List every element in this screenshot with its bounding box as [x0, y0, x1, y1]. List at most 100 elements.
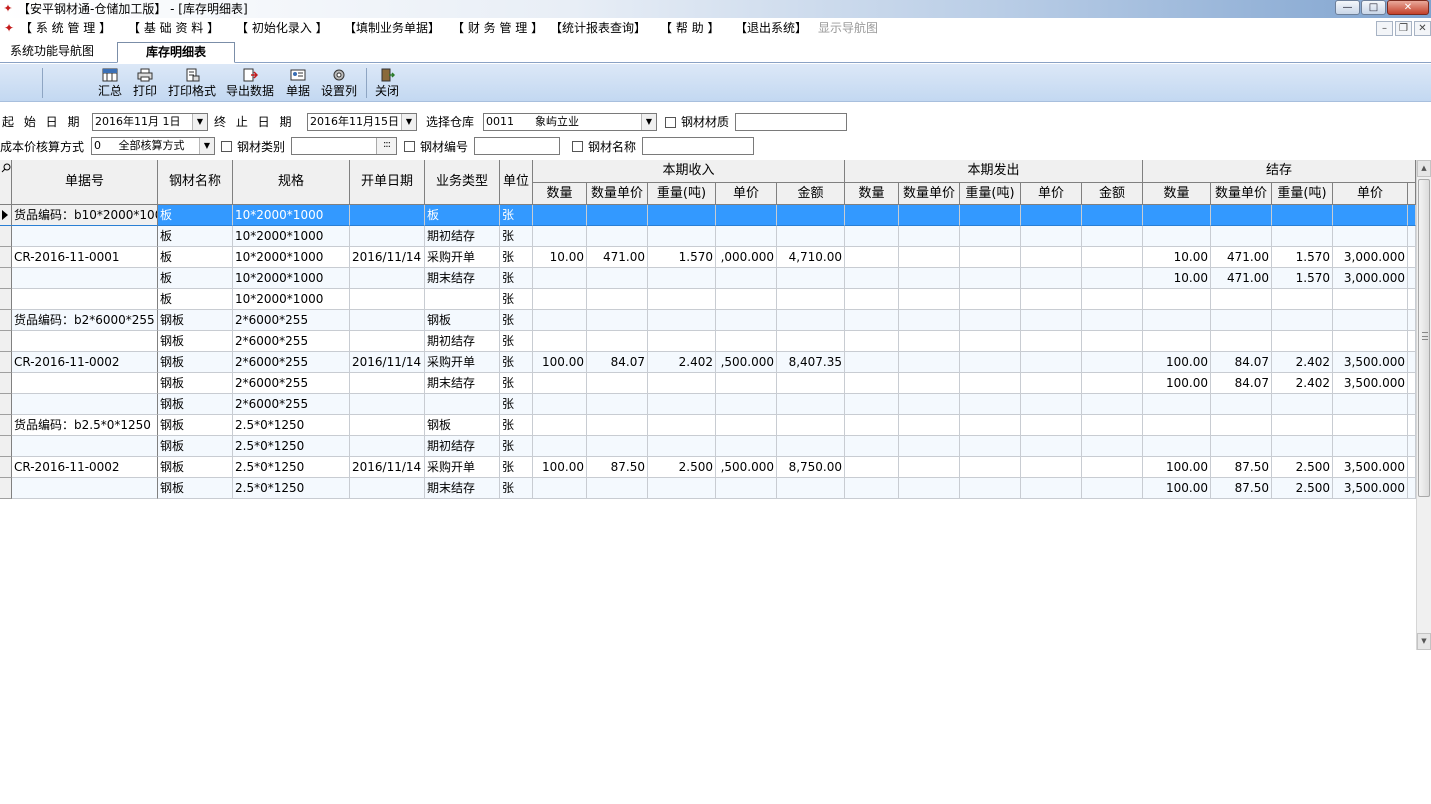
cell-date[interactable] [350, 373, 425, 394]
col-header-out-weight[interactable]: 重量(吨) [960, 183, 1021, 205]
cell-out-2[interactable] [960, 289, 1021, 310]
cell-in-1[interactable] [587, 331, 648, 352]
table-row[interactable]: 钢板 2*6000*255 期末结存张 100.00 84.07 2.402 3,500.0… [0, 373, 1416, 394]
code-input[interactable] [474, 137, 560, 155]
cell-in-4[interactable] [777, 268, 845, 289]
cell-out-2[interactable] [960, 436, 1021, 457]
col-header-unit[interactable]: 单位 [500, 160, 533, 205]
cell-bal-3[interactable] [1333, 331, 1408, 352]
cell-out-4[interactable] [1082, 436, 1143, 457]
cell-spec[interactable]: 10*2000*1000 [233, 226, 350, 247]
cell-in-3[interactable] [716, 268, 777, 289]
cell-unit[interactable]: 张 [500, 394, 533, 415]
cell-in-4[interactable] [777, 289, 845, 310]
cell-bal-3[interactable] [1333, 310, 1408, 331]
col-header-out-qty-price[interactable]: 数量单价 [899, 183, 960, 205]
cell-bal-0[interactable]: 10.00 [1143, 247, 1211, 268]
cell-bal-3[interactable] [1333, 436, 1408, 457]
menu-finance[interactable]: 【 财 务 管 理 】 [452, 21, 543, 36]
cell-bal-2[interactable]: 1.570 [1272, 247, 1333, 268]
cell-bal-2[interactable]: 2.500 [1272, 478, 1333, 499]
cell-name[interactable]: 钢板 [158, 478, 233, 499]
cell-in-2[interactable] [648, 394, 716, 415]
cell-type[interactable]: 期末结存 [425, 373, 500, 394]
cell-bal-0[interactable] [1143, 289, 1211, 310]
col-header-bal-price[interactable]: 单价 [1333, 183, 1408, 205]
cell-in-0[interactable] [533, 226, 587, 247]
cell-out-1[interactable] [899, 331, 960, 352]
cell-type[interactable] [425, 289, 500, 310]
cell-out-1[interactable] [899, 436, 960, 457]
cell-doc[interactable]: 货品编码：b10*2000*1000 [12, 205, 158, 226]
cell-name[interactable]: 钢板 [158, 394, 233, 415]
col-header-in-qty[interactable]: 数量 [533, 183, 587, 205]
cell-in-2[interactable] [648, 478, 716, 499]
scroll-down-button[interactable]: ▼ [1417, 633, 1431, 650]
inventory-grid[interactable]: 单据号 钢材名称 规格 开单日期 业务类型 单位 本期收入 本期发出 结存 数量… [0, 160, 1416, 650]
cell-out-2[interactable] [960, 415, 1021, 436]
cell-in-1[interactable] [587, 289, 648, 310]
cell-in-2[interactable] [648, 268, 716, 289]
tab-inventory-detail[interactable]: 库存明细表 [117, 42, 235, 63]
cell-out-2[interactable] [960, 478, 1021, 499]
cell-doc[interactable] [12, 226, 158, 247]
cell-name[interactable]: 钢板 [158, 310, 233, 331]
cell-in-0[interactable]: 100.00 [533, 457, 587, 478]
table-row[interactable]: 钢板 2.5*0*1250 期末结存张 100.00 87.50 2.500 3,500.0… [0, 478, 1416, 499]
cell-out-4[interactable] [1082, 331, 1143, 352]
cell-in-2[interactable] [648, 436, 716, 457]
cell-type[interactable]: 期初结存 [425, 436, 500, 457]
row-indicator[interactable] [0, 352, 12, 373]
chevron-down-icon[interactable]: ▼ [192, 114, 207, 130]
cell-type[interactable]: 期末结存 [425, 478, 500, 499]
cell-spec[interactable]: 2.5*0*1250 [233, 478, 350, 499]
cell-date[interactable]: 2016/11/14 [350, 247, 425, 268]
cell-date[interactable] [350, 289, 425, 310]
cell-in-2[interactable] [648, 331, 716, 352]
row-indicator[interactable] [0, 394, 12, 415]
cell-type[interactable]: 期末结存 [425, 268, 500, 289]
cell-bal-2[interactable]: 1.570 [1272, 268, 1333, 289]
cell-out-2[interactable] [960, 457, 1021, 478]
col-header-doc[interactable]: 单据号 [12, 160, 158, 205]
cell-date[interactable] [350, 310, 425, 331]
cell-in-3[interactable] [716, 436, 777, 457]
cell-out-0[interactable] [845, 436, 899, 457]
row-indicator[interactable] [0, 478, 12, 499]
cell-unit[interactable]: 张 [500, 247, 533, 268]
cell-bal-1[interactable]: 87.50 [1211, 478, 1272, 499]
cell-spec[interactable]: 10*2000*1000 [233, 268, 350, 289]
cell-bal-3[interactable]: 3,000.000 [1333, 247, 1408, 268]
cell-doc[interactable] [12, 436, 158, 457]
cell-doc[interactable]: 货品编码：b2.5*0*1250 [12, 415, 158, 436]
chevron-down-icon[interactable]: ▼ [199, 138, 214, 154]
cell-in-0[interactable]: 10.00 [533, 247, 587, 268]
scroll-thumb[interactable] [1418, 179, 1430, 497]
cell-out-3[interactable] [1021, 478, 1082, 499]
cell-in-1[interactable] [587, 394, 648, 415]
row-indicator[interactable] [0, 247, 12, 268]
cell-spec[interactable]: 10*2000*1000 [233, 289, 350, 310]
cell-bal-1[interactable]: 84.07 [1211, 352, 1272, 373]
cell-in-2[interactable]: 2.500 [648, 457, 716, 478]
cell-bal-2[interactable] [1272, 310, 1333, 331]
cell-bal-1[interactable] [1211, 436, 1272, 457]
cell-out-2[interactable] [960, 394, 1021, 415]
cell-in-3[interactable]: ,000.000 [716, 247, 777, 268]
cell-name[interactable]: 钢板 [158, 373, 233, 394]
cell-out-4[interactable] [1082, 415, 1143, 436]
cell-bal-1[interactable]: 471.00 [1211, 268, 1272, 289]
cell-bal-1[interactable]: 87.50 [1211, 457, 1272, 478]
cell-bal-0[interactable] [1143, 205, 1211, 226]
cell-out-0[interactable] [845, 394, 899, 415]
cell-bal-0[interactable] [1143, 436, 1211, 457]
cell-out-1[interactable] [899, 226, 960, 247]
cell-bal-2[interactable] [1272, 436, 1333, 457]
cell-name[interactable]: 钢板 [158, 457, 233, 478]
cell-out-0[interactable] [845, 247, 899, 268]
cell-bal-1[interactable]: 471.00 [1211, 247, 1272, 268]
cell-name[interactable]: 钢板 [158, 331, 233, 352]
cell-in-3[interactable] [716, 310, 777, 331]
cell-spec[interactable]: 2*6000*255 [233, 310, 350, 331]
col-header-out-qty[interactable]: 数量 [845, 183, 899, 205]
